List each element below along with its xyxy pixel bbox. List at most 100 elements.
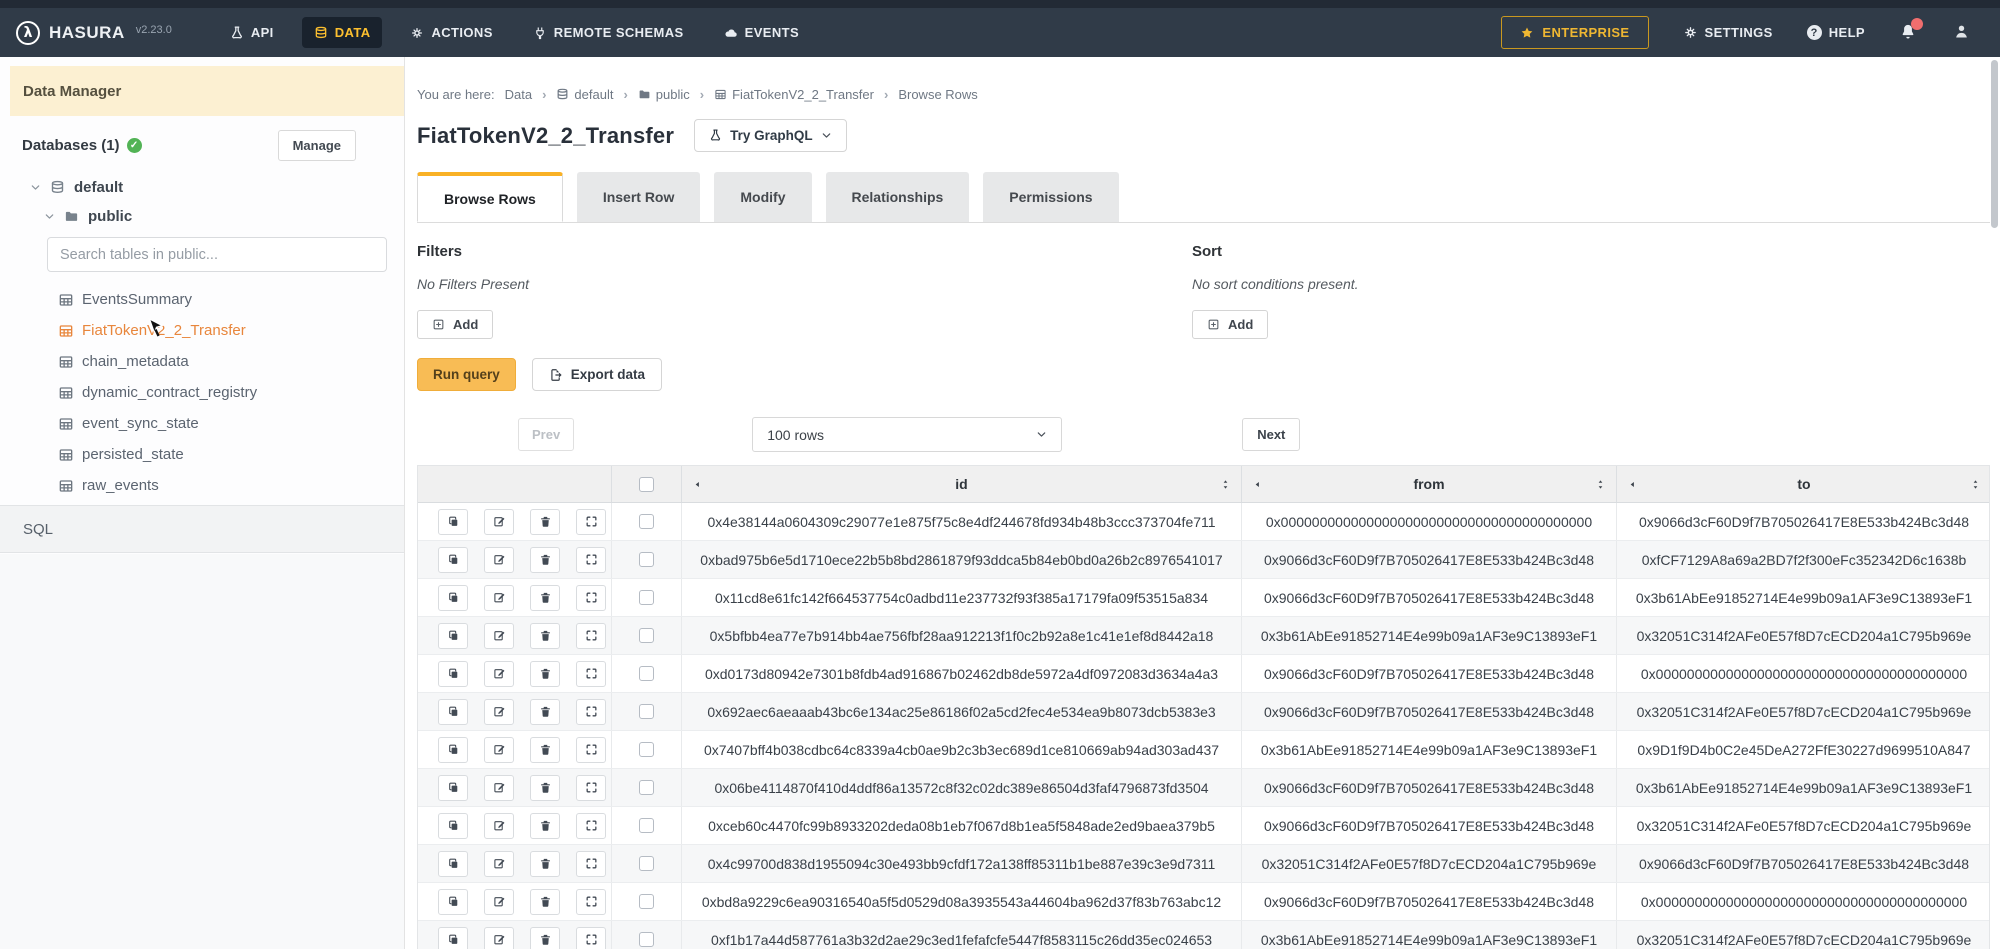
clone-row-button[interactable] [438,509,468,535]
delete-row-button[interactable] [530,889,560,915]
expand-row-button[interactable] [576,699,606,725]
edit-row-button[interactable] [484,851,514,877]
collapse-column-icon[interactable] [1627,479,1638,490]
clone-row-button[interactable] [438,661,468,687]
row-checkbox[interactable] [639,818,654,833]
nav-item-api[interactable]: API [218,17,286,48]
run-query-button[interactable]: Run query [417,358,516,391]
nav-item-actions[interactable]: ACTIONS [398,17,504,48]
breadcrumb-table[interactable]: FiatTokenV2_2_Transfer [714,87,874,102]
sidebar-table-item[interactable]: persisted_state [0,439,404,470]
delete-row-button[interactable] [530,813,560,839]
clone-row-button[interactable] [438,775,468,801]
edit-row-button[interactable] [484,813,514,839]
clone-row-button[interactable] [438,737,468,763]
hasura-brand[interactable]: λ HASURA v2.23.0 [16,21,172,45]
expand-row-button[interactable] [576,737,606,763]
sidebar-item-sql[interactable]: SQL [0,505,404,553]
edit-row-button[interactable] [484,699,514,725]
delete-row-button[interactable] [530,927,560,949]
row-checkbox[interactable] [639,780,654,795]
edit-row-button[interactable] [484,737,514,763]
row-checkbox[interactable] [639,628,654,643]
user-menu-button[interactable] [1953,23,1970,43]
edit-row-button[interactable] [484,585,514,611]
sort-icon[interactable] [1595,478,1606,491]
column-header-to[interactable]: to [1616,466,1991,502]
sort-icon[interactable] [1970,478,1981,491]
expand-row-button[interactable] [576,623,606,649]
help-button[interactable]: ? HELP [1807,25,1865,40]
expand-row-button[interactable] [576,775,606,801]
sidebar-table-item[interactable]: event_sync_state [0,408,404,439]
collapse-column-icon[interactable] [692,479,703,490]
manage-button[interactable]: Manage [278,130,356,161]
edit-row-button[interactable] [484,775,514,801]
notifications-button[interactable] [1899,23,1919,43]
select-all-checkbox[interactable] [639,477,654,492]
edit-row-button[interactable] [484,623,514,649]
breadcrumb-database[interactable]: default [556,87,613,102]
scrollbar-thumb[interactable] [1991,60,1998,228]
expand-row-button[interactable] [576,813,606,839]
sidebar-table-item[interactable]: FiatTokenV2_2_Transfer [0,315,404,346]
delete-row-button[interactable] [530,699,560,725]
row-checkbox[interactable] [639,856,654,871]
expand-row-button[interactable] [576,927,606,949]
tree-item-schema[interactable]: public [44,208,404,225]
tab-permissions[interactable]: Permissions [983,172,1118,222]
edit-row-button[interactable] [484,927,514,949]
column-header-from[interactable]: from [1241,466,1616,502]
row-checkbox[interactable] [639,742,654,757]
next-page-button[interactable]: Next [1242,418,1300,451]
add-filter-button[interactable]: Add [417,310,493,339]
delete-row-button[interactable] [530,585,560,611]
sidebar-table-item[interactable]: raw_events [0,470,404,501]
rows-per-page-select[interactable]: 100 rows [752,417,1062,452]
edit-row-button[interactable] [484,509,514,535]
nav-item-remote-schemas[interactable]: REMOTE SCHEMAS [521,17,696,48]
export-data-button[interactable]: Export data [532,358,662,391]
edit-row-button[interactable] [484,661,514,687]
delete-row-button[interactable] [530,661,560,687]
expand-row-button[interactable] [576,661,606,687]
sort-icon[interactable] [1220,478,1231,491]
tab-relationships[interactable]: Relationships [826,172,970,222]
column-header-id[interactable]: id [681,466,1241,502]
row-checkbox[interactable] [639,666,654,681]
tab-modify[interactable]: Modify [714,172,811,222]
settings-button[interactable]: SETTINGS [1683,25,1773,40]
try-graphql-button[interactable]: Try GraphQL [694,119,847,152]
delete-row-button[interactable] [530,547,560,573]
edit-row-button[interactable] [484,547,514,573]
delete-row-button[interactable] [530,775,560,801]
clone-row-button[interactable] [438,813,468,839]
expand-row-button[interactable] [576,509,606,535]
sidebar-table-item[interactable]: dynamic_contract_registry [0,377,404,408]
breadcrumb-browse-rows[interactable]: Browse Rows [898,87,977,102]
tree-item-database[interactable]: default [30,179,404,196]
nav-item-events[interactable]: EVENTS [712,17,811,48]
expand-row-button[interactable] [576,585,606,611]
sidebar-table-item[interactable]: chain_metadata [0,346,404,377]
delete-row-button[interactable] [530,737,560,763]
table-search-input[interactable] [47,237,387,272]
row-checkbox[interactable] [639,590,654,605]
collapse-column-icon[interactable] [1252,479,1263,490]
expand-row-button[interactable] [576,547,606,573]
tab-browse-rows[interactable]: Browse Rows [417,172,563,222]
clone-row-button[interactable] [438,585,468,611]
clone-row-button[interactable] [438,699,468,725]
chevron-down-icon[interactable] [30,182,41,193]
row-checkbox[interactable] [639,932,654,947]
delete-row-button[interactable] [530,851,560,877]
sidebar-table-item[interactable]: EventsSummary [0,284,404,315]
clone-row-button[interactable] [438,547,468,573]
delete-row-button[interactable] [530,623,560,649]
row-checkbox[interactable] [639,514,654,529]
chevron-down-icon[interactable] [44,211,55,222]
edit-row-button[interactable] [484,889,514,915]
breadcrumb-data[interactable]: Data [505,87,532,102]
expand-row-button[interactable] [576,851,606,877]
row-checkbox[interactable] [639,894,654,909]
